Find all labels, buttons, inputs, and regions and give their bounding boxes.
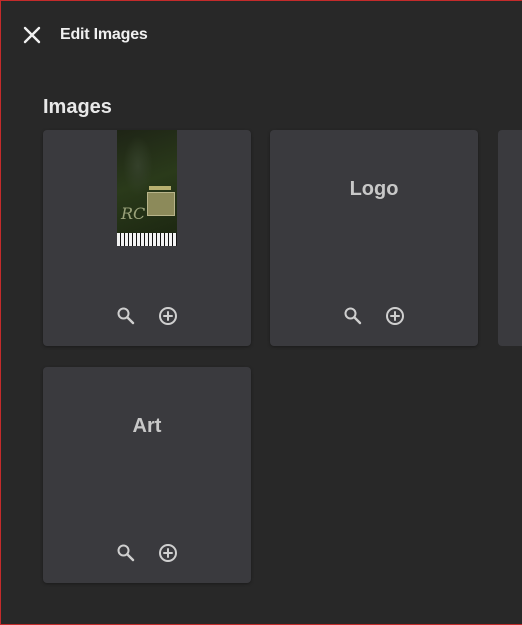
close-button[interactable] <box>20 23 44 47</box>
add-button[interactable] <box>157 542 179 564</box>
close-icon <box>23 26 41 44</box>
search-button[interactable] <box>115 542 137 564</box>
image-card-logo[interactable]: Logo <box>270 130 478 346</box>
section-title: Images <box>43 96 112 118</box>
image-card-art[interactable]: Art <box>43 367 251 583</box>
add-button[interactable] <box>384 305 406 327</box>
add-circle-icon <box>159 307 177 325</box>
search-button[interactable] <box>342 305 364 327</box>
image-card-partial[interactable] <box>498 130 522 346</box>
add-circle-icon <box>386 307 404 325</box>
add-circle-icon <box>159 544 177 562</box>
card-actions <box>270 305 478 327</box>
add-button[interactable] <box>157 305 179 327</box>
search-icon <box>117 544 135 562</box>
search-icon <box>344 307 362 325</box>
card-actions <box>43 542 251 564</box>
card-label: Logo <box>349 178 399 200</box>
dialog-title: Edit Images <box>60 26 148 43</box>
search-icon <box>117 307 135 325</box>
album-thumbnail: RC <box>117 130 177 246</box>
search-button[interactable] <box>115 305 137 327</box>
card-actions <box>43 305 251 327</box>
dialog-header: Edit Images <box>0 0 522 70</box>
card-label: Art <box>132 415 162 437</box>
image-card-thumbnail[interactable]: RC <box>43 130 251 346</box>
